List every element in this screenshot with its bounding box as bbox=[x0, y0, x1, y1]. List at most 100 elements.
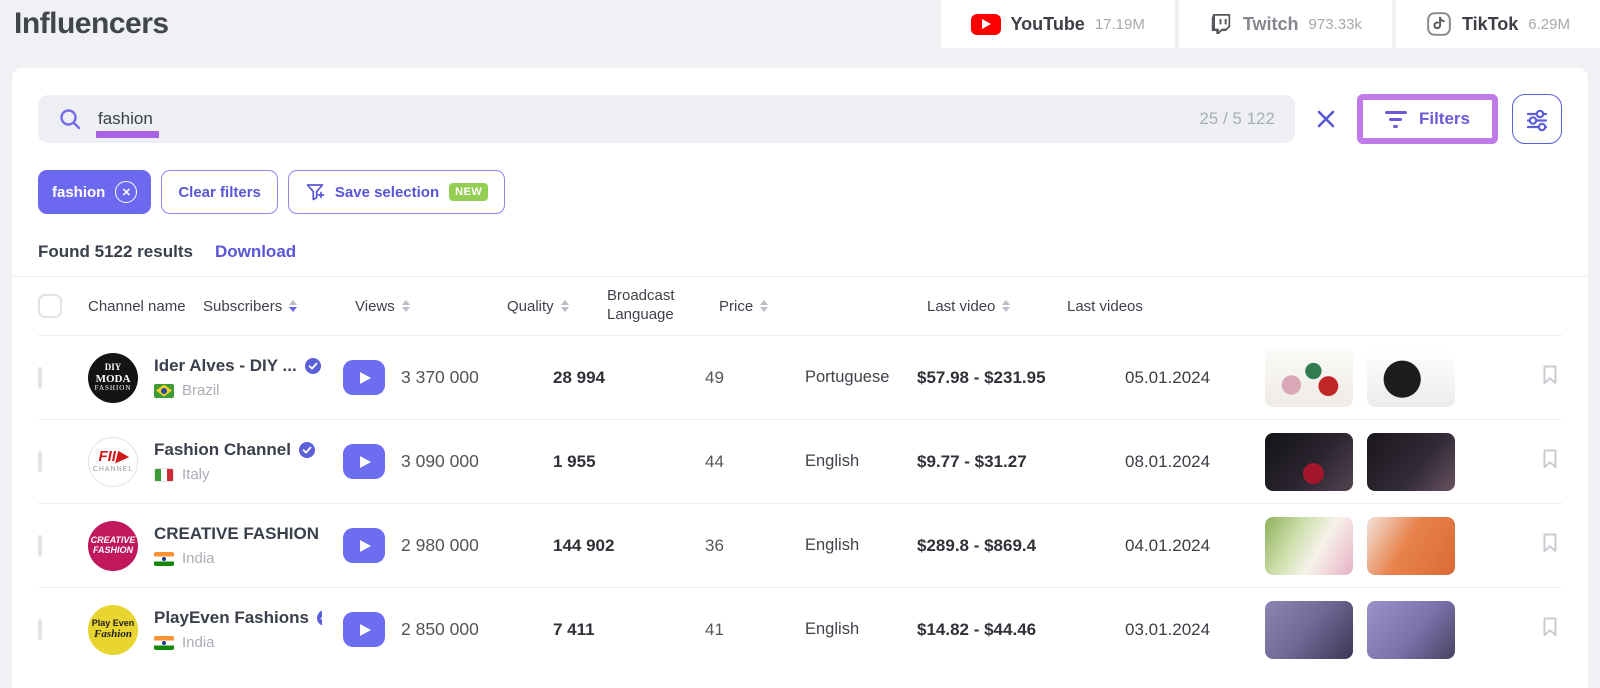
channel-avatar: Play Even Fashion bbox=[88, 605, 138, 655]
video-thumbnail[interactable] bbox=[1367, 433, 1455, 491]
language-value: Portuguese bbox=[805, 368, 917, 387]
channel-name[interactable]: Ider Alves - DIY ... bbox=[154, 356, 297, 376]
price-value: $57.98 - $231.95 bbox=[917, 368, 1125, 388]
page-title: Influencers bbox=[0, 7, 169, 41]
channel-country: India bbox=[182, 634, 215, 651]
tab-tiktok[interactable]: TikTok 6.29M bbox=[1396, 0, 1600, 48]
bookmark-icon[interactable] bbox=[1538, 447, 1562, 471]
views-value: 144 902 bbox=[553, 536, 705, 556]
video-thumbnail[interactable] bbox=[1265, 601, 1353, 659]
verified-badge-icon bbox=[304, 357, 322, 375]
subscribers-value: 2 850 000 bbox=[401, 619, 553, 640]
channel-avatar: FII▶ CHANNEL bbox=[88, 437, 138, 487]
main-panel: fashion 25 / 5 122 Filters bbox=[12, 68, 1588, 688]
table-row[interactable]: DIY MODA FASHION Ider Alves - DIY ... Br… bbox=[38, 335, 1562, 419]
quality-value: 41 bbox=[705, 620, 805, 640]
channel-avatar: DIY MODA FASHION bbox=[88, 353, 138, 403]
last-video-date: 03.01.2024 bbox=[1125, 620, 1265, 640]
video-thumbnail[interactable] bbox=[1367, 349, 1455, 407]
subscribers-value: 3 090 000 bbox=[401, 451, 553, 472]
language-value: English bbox=[805, 452, 917, 471]
select-all-checkbox[interactable] bbox=[38, 294, 62, 318]
table-row[interactable]: Play Even Fashion PlayEven Fashions Indi… bbox=[38, 587, 1562, 671]
row-checkbox[interactable] bbox=[38, 367, 42, 388]
channel-avatar: CREATIVE FASHION bbox=[88, 521, 138, 571]
video-thumbnail[interactable] bbox=[1265, 349, 1353, 407]
play-video-button[interactable] bbox=[343, 444, 385, 479]
quality-value: 49 bbox=[705, 368, 805, 388]
bookmark-icon[interactable] bbox=[1538, 363, 1562, 387]
filter-chip-fashion[interactable]: fashion ✕ bbox=[38, 170, 151, 214]
channel-name[interactable]: PlayEven Fashions bbox=[154, 608, 309, 628]
filters-button[interactable]: Filters bbox=[1363, 100, 1492, 138]
tab-twitch[interactable]: Twitch 973.33k bbox=[1179, 0, 1392, 48]
advanced-filters-button[interactable] bbox=[1512, 94, 1562, 144]
active-filters-row: fashion ✕ Clear filters Save selection N… bbox=[38, 170, 1562, 214]
tab-youtube[interactable]: YouTube 17.19M bbox=[941, 0, 1175, 48]
italy-flag-icon bbox=[154, 468, 174, 482]
search-input[interactable]: fashion 25 / 5 122 bbox=[38, 95, 1295, 143]
save-selection-button[interactable]: Save selection NEW bbox=[288, 170, 505, 214]
price-value: $9.77 - $31.27 bbox=[917, 452, 1125, 472]
subscribers-value: 3 370 000 bbox=[401, 367, 553, 388]
views-value: 1 955 bbox=[553, 452, 705, 472]
channel-name[interactable]: CREATIVE FASHION bbox=[154, 524, 319, 544]
last-video-date: 05.01.2024 bbox=[1125, 368, 1265, 388]
last-videos-thumbnails bbox=[1265, 517, 1465, 575]
last-videos-thumbnails bbox=[1265, 349, 1465, 407]
remove-chip-icon[interactable]: ✕ bbox=[115, 181, 137, 203]
table-header: Channel name Subscribers Views Quality B… bbox=[38, 277, 1562, 335]
sort-icon bbox=[760, 300, 768, 312]
twitch-icon bbox=[1209, 12, 1233, 36]
price-value: $14.82 - $44.46 bbox=[917, 620, 1125, 640]
table-row[interactable]: CREATIVE FASHION CREATIVE FASHION India … bbox=[38, 503, 1562, 587]
subscribers-value: 2 980 000 bbox=[401, 535, 553, 556]
filter-lines-icon bbox=[1385, 111, 1407, 128]
quality-value: 44 bbox=[705, 452, 805, 472]
tab-youtube-label: YouTube bbox=[1011, 14, 1085, 35]
row-checkbox[interactable] bbox=[38, 619, 42, 640]
channel-cell: Play Even Fashion PlayEven Fashions Indi… bbox=[88, 605, 343, 655]
funnel-plus-icon bbox=[305, 182, 325, 202]
search-icon bbox=[58, 107, 82, 131]
sliders-icon bbox=[1523, 105, 1551, 133]
search-row: fashion 25 / 5 122 Filters bbox=[38, 68, 1562, 144]
verified-badge-icon bbox=[316, 609, 322, 627]
youtube-icon bbox=[971, 14, 1001, 35]
sort-icon bbox=[1002, 300, 1010, 312]
channel-country: Brazil bbox=[182, 382, 220, 399]
tab-youtube-count: 17.19M bbox=[1095, 16, 1145, 33]
clear-filters-button[interactable]: Clear filters bbox=[161, 170, 278, 214]
bookmark-icon[interactable] bbox=[1538, 615, 1562, 639]
video-thumbnail[interactable] bbox=[1367, 601, 1455, 659]
last-videos-thumbnails bbox=[1265, 601, 1465, 659]
search-query-text: fashion bbox=[98, 109, 153, 129]
results-counter: 25 / 5 122 bbox=[1199, 109, 1275, 129]
play-video-button[interactable] bbox=[343, 612, 385, 647]
download-link[interactable]: Download bbox=[215, 242, 296, 262]
row-checkbox[interactable] bbox=[38, 535, 42, 556]
channel-country: Italy bbox=[182, 466, 210, 483]
video-thumbnail[interactable] bbox=[1367, 517, 1455, 575]
tab-tiktok-label: TikTok bbox=[1462, 14, 1518, 35]
video-thumbnail[interactable] bbox=[1265, 517, 1353, 575]
language-value: English bbox=[805, 536, 917, 555]
language-value: English bbox=[805, 620, 917, 639]
play-video-button[interactable] bbox=[343, 528, 385, 563]
platform-tabs: YouTube 17.19M Twitch 973.33k TikTok 6.2… bbox=[941, 0, 1600, 48]
channel-cell: CREATIVE FASHION CREATIVE FASHION India bbox=[88, 521, 343, 571]
top-bar: Influencers YouTube 17.19M Twitch 973.33… bbox=[0, 0, 1600, 48]
tiktok-icon bbox=[1426, 11, 1452, 37]
row-checkbox[interactable] bbox=[38, 451, 42, 472]
play-video-button[interactable] bbox=[343, 360, 385, 395]
col-last-videos: Last videos bbox=[1067, 298, 1465, 315]
bookmark-icon[interactable] bbox=[1538, 531, 1562, 555]
channel-name[interactable]: Fashion Channel bbox=[154, 440, 291, 460]
quality-value: 36 bbox=[705, 536, 805, 556]
views-value: 28 994 bbox=[553, 368, 705, 388]
clear-search-icon[interactable] bbox=[1313, 106, 1339, 132]
video-thumbnail[interactable] bbox=[1265, 433, 1353, 491]
annotation-underline bbox=[96, 131, 159, 138]
table-row[interactable]: FII▶ CHANNEL Fashion Channel Italy 3 090… bbox=[38, 419, 1562, 503]
verified-badge-icon bbox=[298, 441, 316, 459]
